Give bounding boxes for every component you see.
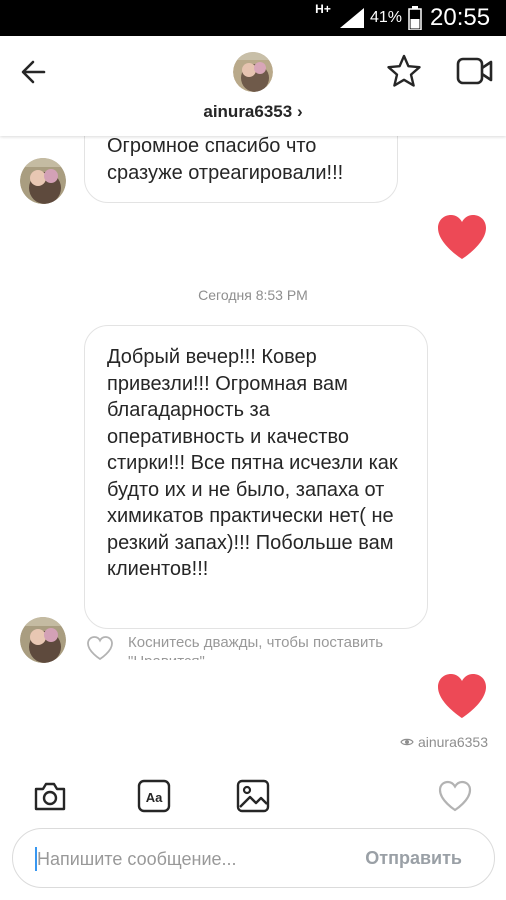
message-timestamp: Сегодня 8:53 PM xyxy=(198,287,308,303)
seen-indicator: ainura6353 xyxy=(400,734,488,750)
clock: 20:55 xyxy=(430,4,491,31)
seen-by-username: ainura6353 xyxy=(417,734,488,750)
gallery-icon[interactable] xyxy=(235,778,271,814)
signal-icon xyxy=(340,8,364,28)
heart-outline-icon[interactable] xyxy=(86,635,114,660)
composer-toolbar: Aa xyxy=(0,772,506,822)
back-arrow-icon[interactable] xyxy=(18,56,50,88)
contact-avatar[interactable] xyxy=(233,52,273,92)
like-hint-text: Коснитесь дважды, чтобы поставить "Нрави… xyxy=(128,634,384,660)
network-indicator: H+ xyxy=(315,2,331,16)
message-bubble[interactable]: Добрый вечер!!! Ковер привезли!!! Огромн… xyxy=(84,325,428,629)
heart-reaction-icon xyxy=(438,215,486,259)
battery-percent: 41% xyxy=(370,9,403,26)
status-bar: H+ 41% 20:55 xyxy=(0,0,506,36)
svg-text:Aa: Aa xyxy=(146,790,163,805)
username-text: ainura6353 xyxy=(203,102,293,121)
message-composer: Отправить xyxy=(12,828,495,888)
star-icon[interactable] xyxy=(386,53,422,89)
text-style-icon[interactable]: Aa xyxy=(136,778,172,814)
send-button[interactable]: Отправить xyxy=(365,848,462,869)
heart-icon[interactable] xyxy=(437,778,473,814)
sender-avatar[interactable] xyxy=(20,617,66,663)
heart-reaction-icon xyxy=(438,674,486,718)
contact-username[interactable]: ainura6353 › xyxy=(0,102,506,122)
message-input[interactable] xyxy=(37,843,337,875)
message-text: Огромное спасибо что сразуже отреагирова… xyxy=(107,135,344,184)
sender-avatar[interactable] xyxy=(20,158,66,204)
double-tap-like-hint: Коснитесь дважды, чтобы поставить "Нрави… xyxy=(86,632,486,660)
camera-icon[interactable] xyxy=(32,778,68,814)
chat-header: ainura6353 › xyxy=(0,36,506,136)
chevron-right-icon: › xyxy=(296,102,303,121)
message-text: Добрый вечер!!! Ковер привезли!!! Огромн… xyxy=(107,346,398,580)
battery-icon xyxy=(408,6,422,30)
video-call-icon[interactable] xyxy=(456,55,494,87)
eye-icon xyxy=(400,738,414,746)
